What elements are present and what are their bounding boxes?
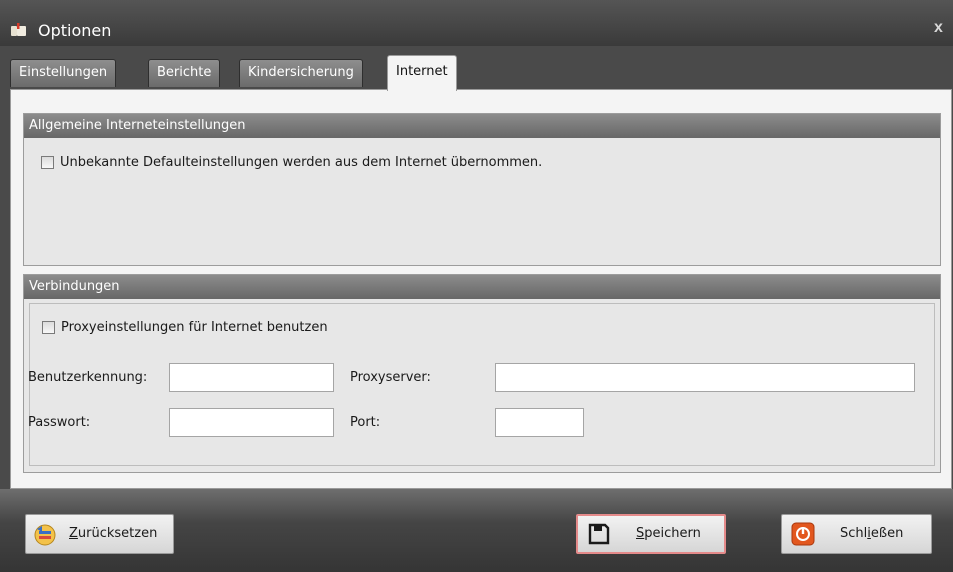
close-icon[interactable]: x: [934, 19, 943, 37]
save-label-rest: peichern: [644, 526, 701, 541]
tab-einstellungen[interactable]: Einstellungen: [10, 59, 117, 87]
password-label: Passwort:: [28, 415, 91, 430]
tab-internet[interactable]: Internet: [387, 55, 457, 91]
title-bar[interactable]: Optionen x: [0, 0, 953, 46]
proxy-checkbox-row[interactable]: Proxyeinstellungen für Internet benutzen: [42, 320, 328, 335]
password-input[interactable]: [169, 408, 334, 437]
tab-berichte[interactable]: Berichte: [148, 59, 221, 87]
username-label: Benutzerkennung:: [28, 370, 148, 385]
close-label-rest: eßen: [870, 526, 904, 541]
reset-icon: [34, 524, 56, 546]
save-button[interactable]: Speichern: [576, 514, 726, 554]
reset-label-rest: urücksetzen: [77, 526, 158, 541]
reset-button-label: Zurücksetzen: [69, 526, 157, 541]
app-icon: [11, 23, 26, 36]
save-button-label: Speichern: [636, 526, 701, 541]
username-input[interactable]: [169, 363, 334, 392]
close-button[interactable]: Schließen: [781, 514, 932, 554]
group-header-connections: Verbindungen: [24, 275, 940, 299]
group-header-general: Allgemeine Interneteinstellungen: [24, 114, 940, 138]
tab-strip: Einstellungen Berichte Kindersicherung I…: [0, 46, 953, 91]
close-label-before: Schl: [840, 526, 868, 541]
default-settings-checkbox-row[interactable]: Unbekannte Defaulteinstellungen werden a…: [41, 155, 542, 170]
default-settings-checkbox-label: Unbekannte Defaulteinstellungen werden a…: [60, 155, 543, 170]
proxyserver-input[interactable]: [495, 363, 915, 392]
port-input[interactable]: [495, 408, 584, 437]
general-settings-group: Allgemeine Interneteinstellungen Unbekan…: [23, 113, 941, 266]
default-settings-checkbox[interactable]: [41, 156, 54, 169]
reset-button[interactable]: Zurücksetzen: [25, 514, 174, 554]
power-icon: [791, 522, 815, 546]
close-button-label: Schließen: [840, 526, 903, 541]
proxy-checkbox[interactable]: [42, 321, 55, 334]
connections-group: Verbindungen Proxyeinstellungen für Inte…: [23, 274, 941, 473]
proxy-checkbox-label: Proxyeinstellungen für Internet benutzen: [61, 320, 328, 335]
internet-tab-page: Allgemeine Interneteinstellungen Unbekan…: [10, 89, 952, 489]
options-window: Optionen x Einstellungen Berichte Kinder…: [0, 0, 953, 572]
button-bar: Zurücksetzen Speichern Schließen: [0, 489, 953, 572]
reset-mnemonic: Z: [69, 526, 78, 541]
tab-kindersicherung[interactable]: Kindersicherung: [239, 59, 363, 87]
port-label: Port:: [350, 415, 381, 430]
proxyserver-label: Proxyserver:: [350, 370, 431, 385]
floppy-disk-icon: [588, 523, 610, 545]
window-title: Optionen: [38, 21, 112, 40]
